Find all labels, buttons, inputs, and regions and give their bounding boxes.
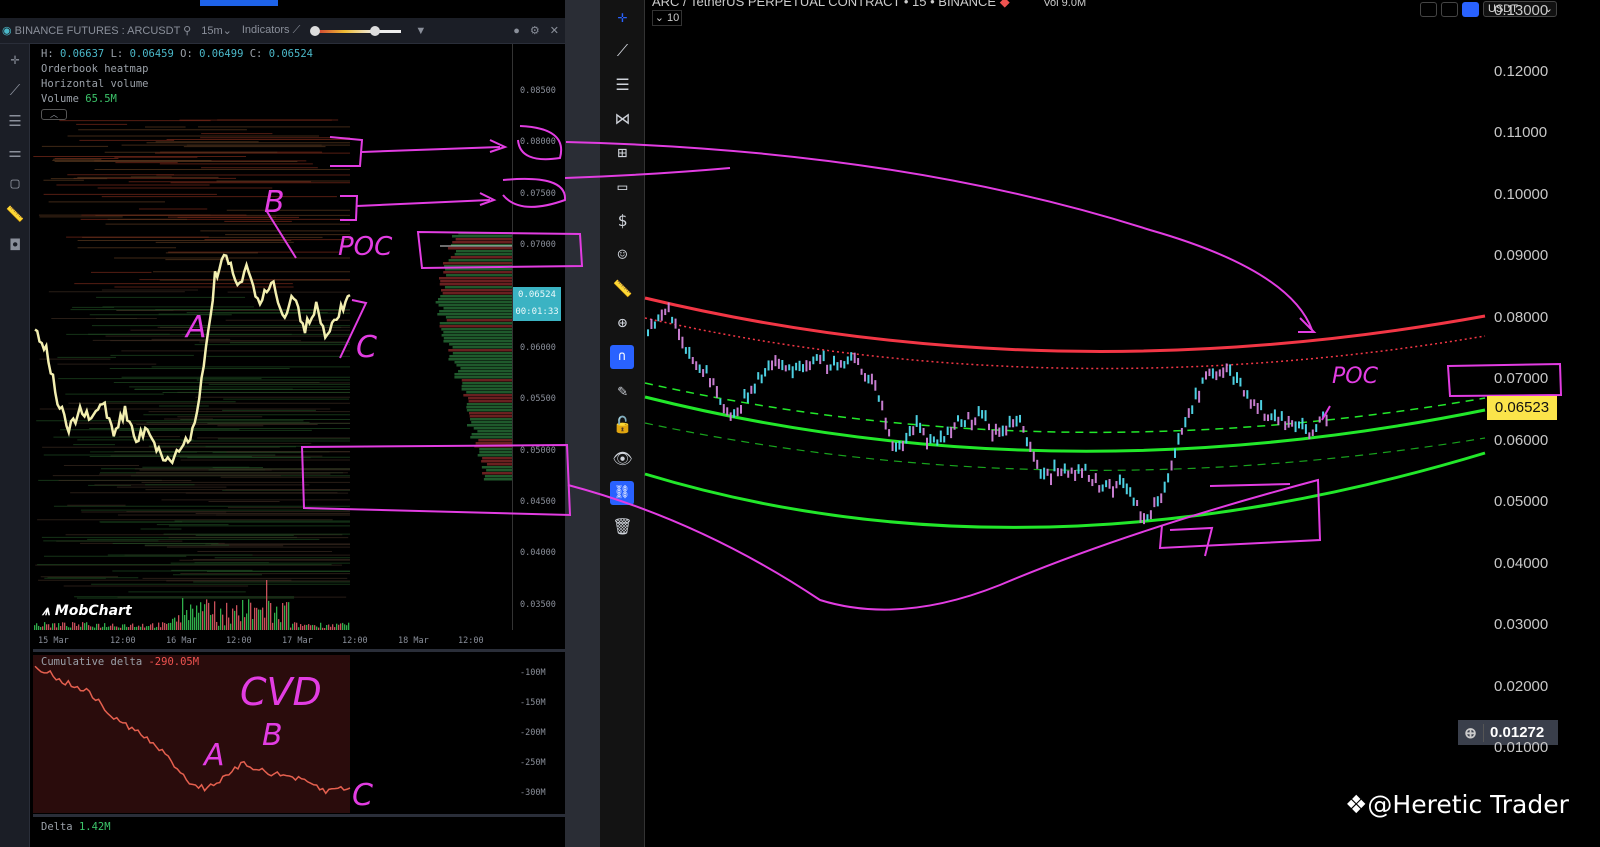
price-axis-label: 0.01000	[1494, 738, 1549, 756]
time-axis-label: 12:00	[458, 636, 484, 646]
band-upper-red	[644, 296, 1486, 353]
price-axis-label: 0.05000	[520, 446, 556, 456]
price-axis-label: 0.10000	[1494, 185, 1549, 203]
price-axis-label: 0.04000	[520, 548, 556, 558]
annotation-cvd-c: C	[352, 778, 373, 813]
annotation-stroke	[356, 199, 491, 207]
right-chart-canvas[interactable]	[0, 0, 1600, 847]
price-axis-label: 0.09000	[1494, 247, 1549, 265]
price-axis-label: 0.13000	[1494, 1, 1549, 19]
cvd-axis-label: -100M	[520, 668, 546, 678]
band-green-dashed-lower	[644, 422, 1486, 471]
annotation-stroke	[416, 230, 584, 270]
current-price-tag: 0.06523	[1487, 396, 1557, 420]
cvd-axis-label: -250M	[520, 758, 546, 768]
annotation-cvd: CVD	[240, 670, 322, 714]
time-axis-label: 15 Mar	[38, 636, 69, 646]
cvd-axis-label: -150M	[520, 698, 546, 708]
price-axis-label: 0.08000	[520, 137, 556, 147]
price-axis-label: 0.03000	[1494, 616, 1549, 634]
time-axis-label: 12:00	[226, 636, 252, 646]
time-axis-label: 12:00	[342, 636, 368, 646]
price-axis-label: 0.05000	[1494, 493, 1549, 511]
price-axis-label: 0.08000	[1494, 308, 1549, 326]
add-alert-icon[interactable]: ⊕	[1458, 723, 1484, 742]
annotation-stroke	[1298, 317, 1317, 333]
watermark: ❖@Heretic Trader	[1345, 790, 1569, 819]
price-axis-label: 0.06000	[1494, 431, 1549, 449]
price-axis-label: 0.07000	[1494, 370, 1549, 388]
annotation-stroke	[565, 141, 1313, 331]
price-axis-label: 0.07000	[520, 240, 556, 250]
price-axis-label: 0.11000	[1494, 124, 1548, 142]
annotation-stroke	[1209, 483, 1291, 487]
price-axis-label: 0.04000	[1494, 554, 1549, 572]
price-axis-label: 0.08500	[520, 86, 556, 96]
cvd-axis-label: -200M	[520, 728, 546, 738]
annotation-c: C	[356, 330, 377, 365]
annotation-cvd-b: B	[262, 718, 283, 753]
cvd-axis-label: -300M	[520, 788, 546, 798]
price-axis-label: 0.02000	[1494, 677, 1549, 695]
annotation-stroke	[489, 139, 508, 153]
annotation-poc-left: POC	[338, 232, 393, 262]
annotation-poc-right: POC	[1332, 364, 1378, 389]
time-axis-label: 12:00	[110, 636, 136, 646]
time-axis-label: 16 Mar	[166, 636, 197, 646]
binance-logo-icon: ❖	[1345, 790, 1368, 819]
price-axis-label: 0.12000	[1494, 63, 1549, 80]
annotation-stroke	[329, 136, 364, 167]
annotation-stroke	[564, 167, 731, 179]
time-axis-label: 18 Mar	[398, 636, 429, 646]
time-axis-label: 17 Mar	[282, 636, 313, 646]
price-axis-label: 0.05500	[520, 394, 556, 404]
annotation-a: A	[186, 310, 207, 345]
annotation-stroke	[340, 195, 359, 221]
price-axis-label: 0.03500	[520, 600, 556, 610]
band-green	[644, 395, 1486, 453]
annotation-stroke	[361, 146, 501, 153]
annotation-b: B	[264, 185, 285, 220]
annotation-cvd-a: A	[204, 738, 225, 773]
price-axis-label: 0.04500	[520, 497, 556, 507]
price-axis-label: 0.06000	[520, 343, 556, 353]
annotation-stroke	[1169, 526, 1214, 557]
price-axis-label: 0.07500	[520, 189, 556, 199]
annotation-stroke	[479, 192, 497, 206]
